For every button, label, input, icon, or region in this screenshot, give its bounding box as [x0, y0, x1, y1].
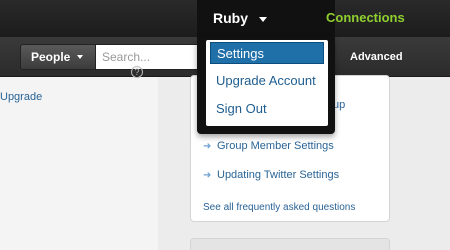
chevron-down-icon[interactable] — [77, 55, 83, 59]
brand-name[interactable]: Connections — [326, 10, 405, 25]
secondary-card — [190, 238, 390, 250]
arrow-right-icon: ➜ — [203, 170, 212, 181]
menu-item-settings[interactable]: Settings — [210, 42, 324, 64]
help-icon[interactable]: ? — [131, 66, 143, 78]
faq-link-group-member-settings[interactable]: Group Member Settings — [217, 140, 334, 152]
menu-item-sign-out[interactable]: Sign Out — [210, 98, 324, 120]
see-all-faq-link[interactable]: See all frequently asked questions — [203, 202, 355, 213]
arrow-right-icon: ➜ — [203, 141, 212, 152]
search-scope-label[interactable]: People — [31, 50, 70, 64]
chevron-down-icon[interactable] — [259, 17, 267, 22]
upgrade-link[interactable]: Upgrade — [0, 91, 42, 103]
user-name[interactable]: Ruby — [213, 10, 248, 26]
advanced-search-link[interactable]: Advanced — [350, 51, 403, 63]
search-input[interactable] — [96, 44, 200, 70]
faq-link-updating-twitter-settings[interactable]: Updating Twitter Settings — [217, 169, 339, 181]
menu-item-upgrade-account[interactable]: Upgrade Account — [210, 70, 324, 92]
